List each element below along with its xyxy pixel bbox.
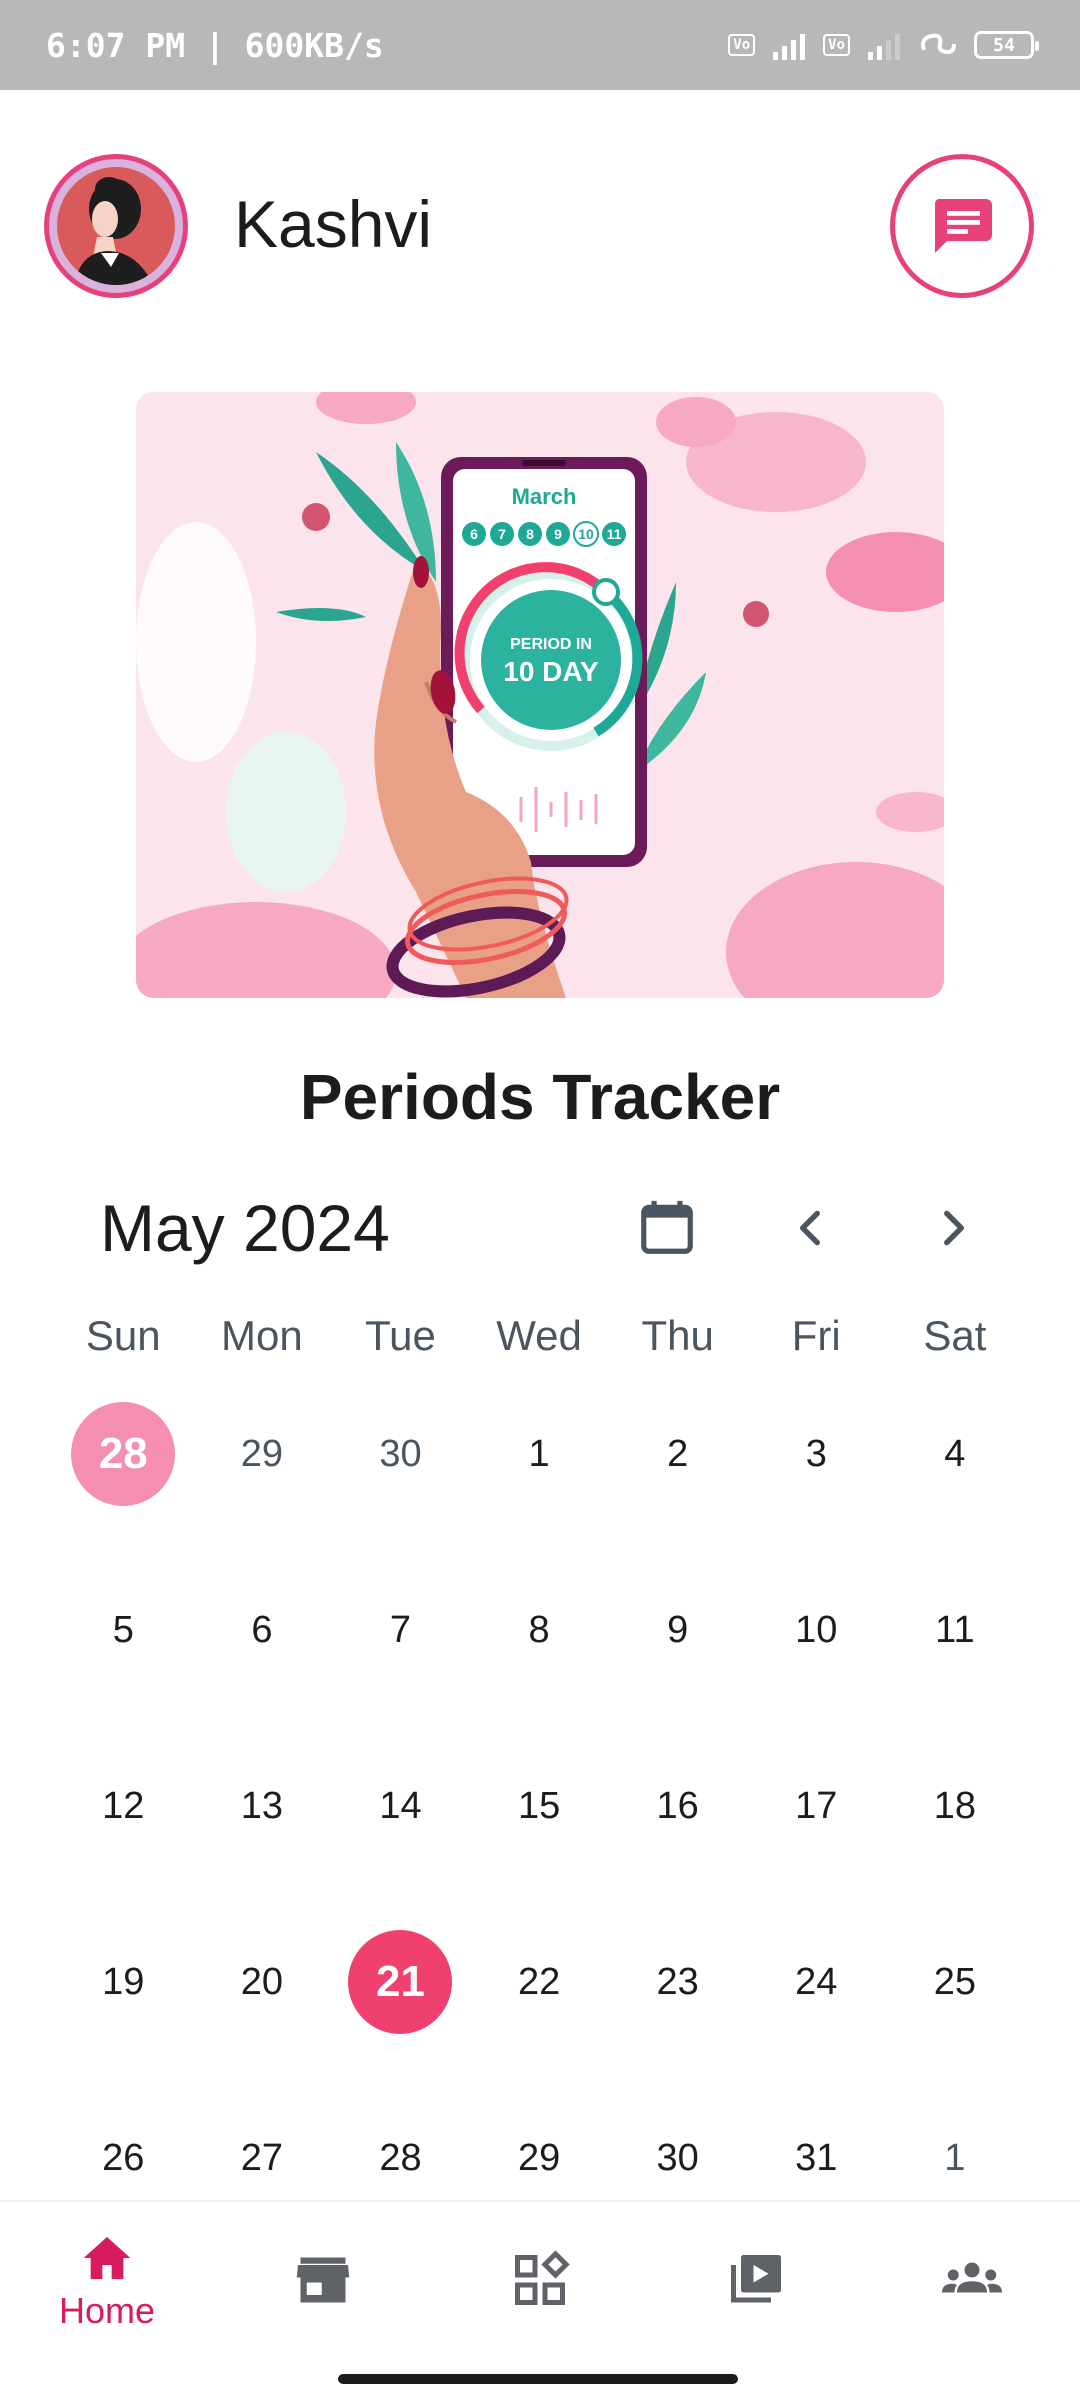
profile-name: Kashvi [234, 187, 433, 261]
calendar-day[interactable]: 8 [470, 1548, 609, 1724]
video-library-icon [731, 2255, 781, 2303]
battery-level: 54 [993, 34, 1015, 56]
svg-text:8: 8 [526, 526, 534, 542]
calendar-day[interactable]: 11 [886, 1548, 1025, 1724]
calendar-day-today[interactable]: 21 [331, 1900, 470, 2076]
calendar-week: 12 13 14 15 16 17 18 [0, 1724, 1080, 1900]
calendar-day[interactable]: 22 [470, 1900, 609, 2076]
period-tracker-banner: March 6 7 8 9 10 11 PERIOD IN 10 DAY [136, 392, 944, 998]
svg-text:9: 9 [554, 526, 562, 542]
weekday-label: Tue [365, 1312, 436, 1359]
calendar-day[interactable]: 30 [331, 1372, 470, 1548]
calendar-day[interactable]: 4 [886, 1372, 1025, 1548]
community-icon [942, 2262, 1002, 2293]
calendar-week: 5 6 7 8 9 10 11 [0, 1548, 1080, 1724]
weekday-label: Fri [791, 1312, 841, 1359]
svg-text:10: 10 [578, 526, 594, 542]
calendar-month-label: May 2024 [100, 1191, 390, 1265]
svg-text:PERIOD IN: PERIOD IN [510, 636, 592, 653]
home-indicator[interactable] [338, 2374, 738, 2384]
nav-apps[interactable] [480, 2230, 600, 2340]
calendar-day[interactable]: 17 [747, 1724, 886, 1900]
nav-store[interactable] [263, 2230, 383, 2340]
calendar-day[interactable]: 9 [608, 1548, 747, 1724]
next-month-button[interactable] [928, 1200, 978, 1256]
calendar-day[interactable]: 29 [193, 1372, 332, 1548]
nav-videos[interactable] [696, 2230, 816, 2340]
signal-icon [773, 30, 806, 60]
calendar-day[interactable]: 23 [608, 1900, 747, 2076]
svg-text:11: 11 [607, 526, 622, 542]
store-icon [296, 2257, 350, 2303]
weekday-label: Sat [923, 1312, 987, 1359]
status-time: 6:07 PM | 600KB/s [46, 25, 384, 65]
calendar-day[interactable]: 5 [54, 1548, 193, 1724]
calendar-day[interactable]: 2 [608, 1372, 747, 1548]
calendar-icon[interactable] [636, 1196, 698, 1260]
calendar-day[interactable]: 6 [193, 1548, 332, 1724]
lte-icon: Vo [823, 34, 850, 56]
signal-weak-icon [868, 30, 900, 60]
avatar-image [57, 167, 175, 285]
calendar-week: 19 20 21 22 23 24 25 [0, 1900, 1080, 2076]
weekday-label: Sun [85, 1312, 161, 1359]
calendar-day[interactable]: 15 [470, 1724, 609, 1900]
status-bar: 6:07 PM | 600KB/s Vo Vo 54 [0, 0, 1080, 90]
calendar-day-period[interactable]: 28 [54, 1372, 193, 1548]
weekday-label: Wed [496, 1312, 582, 1359]
calendar-week: 28 29 30 1 2 3 4 [0, 1372, 1080, 1548]
svg-text:6: 6 [470, 526, 478, 542]
nav-home-label: Home [58, 2290, 156, 2331]
calendar-day[interactable]: 1 [470, 1372, 609, 1548]
calendar-day[interactable]: 7 [331, 1548, 470, 1724]
previous-month-button[interactable] [786, 1200, 836, 1256]
apps-icon [515, 2250, 570, 2305]
page-title: Periods Tracker [299, 1061, 781, 1133]
volte-icon: Vo [728, 34, 756, 56]
hotspot-icon [921, 33, 956, 55]
calendar-day[interactable]: 16 [608, 1724, 747, 1900]
calendar-day[interactable]: 13 [193, 1724, 332, 1900]
svg-text:10 DAY: 10 DAY [503, 656, 599, 687]
weekday-label: Mon [221, 1312, 303, 1359]
calendar-day[interactable]: 3 [747, 1372, 886, 1548]
weekday-header: Sun Mon Tue Wed Thu Fri Sat [0, 1300, 1080, 1372]
chat-icon [934, 199, 992, 253]
calendar-day[interactable]: 19 [54, 1900, 193, 2076]
nav-community[interactable] [912, 2230, 1032, 2340]
banner-month: March [512, 484, 577, 509]
calendar-grid: Sun Mon Tue Wed Thu Fri Sat 28 29 30 1 2… [0, 1300, 1080, 2252]
nav-home[interactable]: Home [47, 2230, 167, 2340]
bottom-navigation: Home [0, 2200, 1080, 2402]
calendar-day[interactable]: 20 [193, 1900, 332, 2076]
calendar-day[interactable]: 18 [886, 1724, 1025, 1900]
weekday-label: Thu [641, 1312, 714, 1359]
calendar-day[interactable]: 24 [747, 1900, 886, 2076]
svg-text:7: 7 [498, 526, 506, 542]
battery-icon: 54 [974, 31, 1039, 59]
chat-button[interactable] [890, 154, 1034, 298]
home-icon [83, 2237, 131, 2279]
calendar-day[interactable]: 12 [54, 1724, 193, 1900]
status-icons: Vo Vo 54 [728, 30, 1039, 60]
calendar-day[interactable]: 14 [331, 1724, 470, 1900]
calendar-day[interactable]: 10 [747, 1548, 886, 1724]
calendar-day[interactable]: 25 [886, 1900, 1025, 2076]
avatar[interactable] [44, 154, 188, 298]
